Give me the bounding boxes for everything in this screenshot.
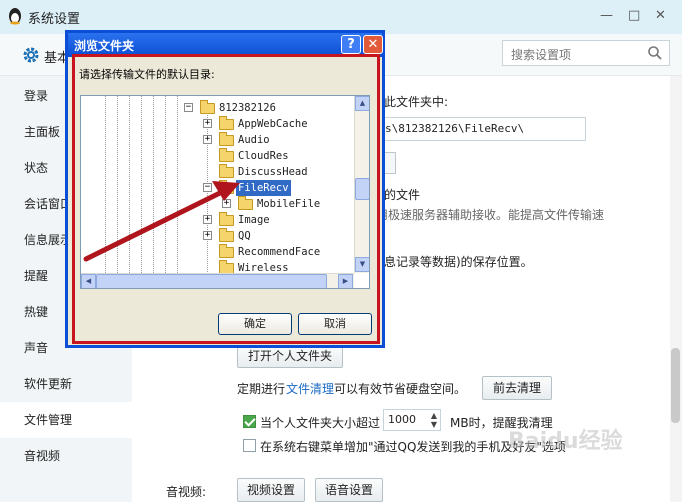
tree-node-label: DiscussHead: [238, 166, 308, 178]
tree-hscroll-thumb[interactable]: [96, 274, 327, 288]
tree-vertical-scrollbar[interactable]: ▲ ▼: [354, 96, 369, 273]
expand-icon[interactable]: +: [203, 231, 212, 240]
tree-node[interactable]: − 812382126: [81, 100, 353, 116]
tree-node[interactable]: DiscussHead: [81, 164, 353, 180]
tree-node-label: RecommendFace: [238, 246, 321, 258]
folder-icon: [200, 100, 215, 114]
expand-icon[interactable]: +: [203, 119, 212, 128]
fast-transfer-desc: 用极速服务器辅助接收。能提高文件传输速: [376, 208, 605, 222]
tree-node-label: AppWebCache: [238, 118, 308, 130]
folder-icon: [219, 228, 234, 242]
window-titlebar: 系统设置 — □ ✕: [0, 0, 682, 34]
sidebar-item-file-management[interactable]: 文件管理: [0, 402, 132, 438]
tree-node-label: Image: [238, 214, 270, 226]
scroll-right-icon[interactable]: ▶: [338, 274, 353, 288]
folder-icon: [219, 212, 234, 226]
dialog-close-button[interactable]: ✕: [363, 35, 383, 54]
baidu-watermark: Baidu经验: [508, 429, 623, 454]
folder-icon: [219, 164, 234, 178]
sidebar-item-software-update[interactable]: 软件更新: [0, 366, 132, 402]
av-label: 音视频:: [166, 485, 207, 499]
cancel-button[interactable]: 取消: [298, 313, 372, 335]
collapse-icon[interactable]: −: [184, 103, 193, 112]
size-alert-label: 当个人文件夹大小超过: [260, 416, 381, 430]
maximize-button[interactable]: □: [628, 8, 640, 23]
scroll-down-icon[interactable]: ▼: [355, 257, 369, 272]
size-alert-value: 1000: [388, 413, 416, 426]
scroll-left-icon[interactable]: ◀: [81, 274, 96, 288]
ok-button[interactable]: 确定: [218, 313, 292, 335]
tree-node-label: 812382126: [219, 102, 276, 114]
expand-icon[interactable]: +: [203, 135, 212, 144]
tree-node-label: QQ: [238, 230, 251, 242]
folder-tree[interactable]: − 812382126 + AppWebCache + Audio CloudR…: [80, 95, 370, 289]
go-cleanup-button[interactable]: 前去清理: [482, 376, 552, 400]
vertical-scrollbar[interactable]: [670, 76, 682, 502]
tree-node-label: Audio: [238, 134, 270, 146]
search-icon[interactable]: [647, 45, 663, 61]
gear-icon: [23, 47, 39, 63]
tree-node-label: CloudRes: [238, 150, 289, 162]
sidebar-item-audio-video[interactable]: 音视频: [0, 438, 132, 474]
search-placeholder: 搜索设置项: [511, 48, 572, 62]
expand-icon[interactable]: +: [222, 199, 231, 208]
dialog-help-button[interactable]: ?: [341, 35, 361, 54]
open-folder-icon: [219, 180, 234, 194]
tree-node-label: MobileFile: [257, 198, 321, 210]
storage-desc: 息记录等数据)的保存位置。: [384, 255, 533, 269]
tree-node[interactable]: Wireless: [81, 260, 353, 273]
folder-icon: [219, 260, 234, 273]
scroll-up-icon[interactable]: ▲: [355, 96, 369, 111]
size-alert-checkbox[interactable]: [243, 415, 256, 428]
collapse-icon[interactable]: −: [203, 183, 212, 192]
tree-node[interactable]: + MobileFile: [81, 196, 353, 212]
dialog-titlebar: 浏览文件夹 ? ✕: [68, 33, 383, 57]
folder-icon: [219, 116, 234, 130]
browse-folder-dialog: 浏览文件夹 ? ✕ 请选择传输文件的默认目录: − 812382126 + Ap…: [65, 30, 385, 348]
tree-node[interactable]: + AppWebCache: [81, 116, 353, 132]
window-title: 系统设置: [28, 12, 81, 27]
expand-icon[interactable]: +: [203, 215, 212, 224]
tree-node[interactable]: + Image: [81, 212, 353, 228]
video-settings-button[interactable]: 视频设置: [237, 478, 305, 502]
stepper-up-icon[interactable]: ▲: [431, 411, 437, 420]
tree-node[interactable]: + QQ: [81, 228, 353, 244]
scrollbar-thumb[interactable]: [671, 348, 680, 423]
tree-node-label: FileRecv: [236, 180, 291, 196]
tree-node-label: Wireless: [238, 262, 289, 273]
folder-path-value: s\812382126\FileRecv\: [385, 122, 525, 135]
folder-icon: [219, 148, 234, 162]
folder-path-field[interactable]: s\812382126\FileRecv\: [378, 117, 586, 141]
cleanup-suffix: 可以有效节省硬盘空间。: [334, 382, 467, 396]
tree-node-selected[interactable]: − FileRecv: [81, 180, 353, 196]
fast-transfer-title: 的文件: [384, 188, 421, 202]
folder-icon: [238, 196, 253, 210]
qq-penguin-icon: [9, 8, 21, 25]
stepper-down-icon[interactable]: ▼: [431, 420, 437, 429]
folder-icon: [219, 244, 234, 258]
context-menu-checkbox[interactable]: [243, 439, 256, 452]
dialog-title: 浏览文件夹: [74, 39, 135, 53]
cleanup-prefix: 定期进行: [237, 382, 286, 396]
folder-heading: 此文件夹中:: [384, 95, 449, 109]
file-cleanup-link[interactable]: 文件清理: [286, 380, 334, 397]
tree-vscroll-thumb[interactable]: [355, 178, 369, 200]
size-alert-stepper[interactable]: 1000 ▲ ▼: [383, 409, 441, 431]
search-input[interactable]: 搜索设置项: [502, 40, 670, 66]
dialog-prompt: 请选择传输文件的默认目录:: [79, 68, 215, 81]
tree-node[interactable]: RecommendFace: [81, 244, 353, 260]
close-button[interactable]: ✕: [655, 8, 666, 23]
tree-horizontal-scrollbar[interactable]: ◀ ▶: [81, 273, 354, 288]
tree-node[interactable]: CloudRes: [81, 148, 353, 164]
minimize-button[interactable]: —: [600, 8, 613, 23]
folder-icon: [219, 132, 234, 146]
tree-node[interactable]: + Audio: [81, 132, 353, 148]
audio-settings-button[interactable]: 语音设置: [315, 478, 383, 502]
